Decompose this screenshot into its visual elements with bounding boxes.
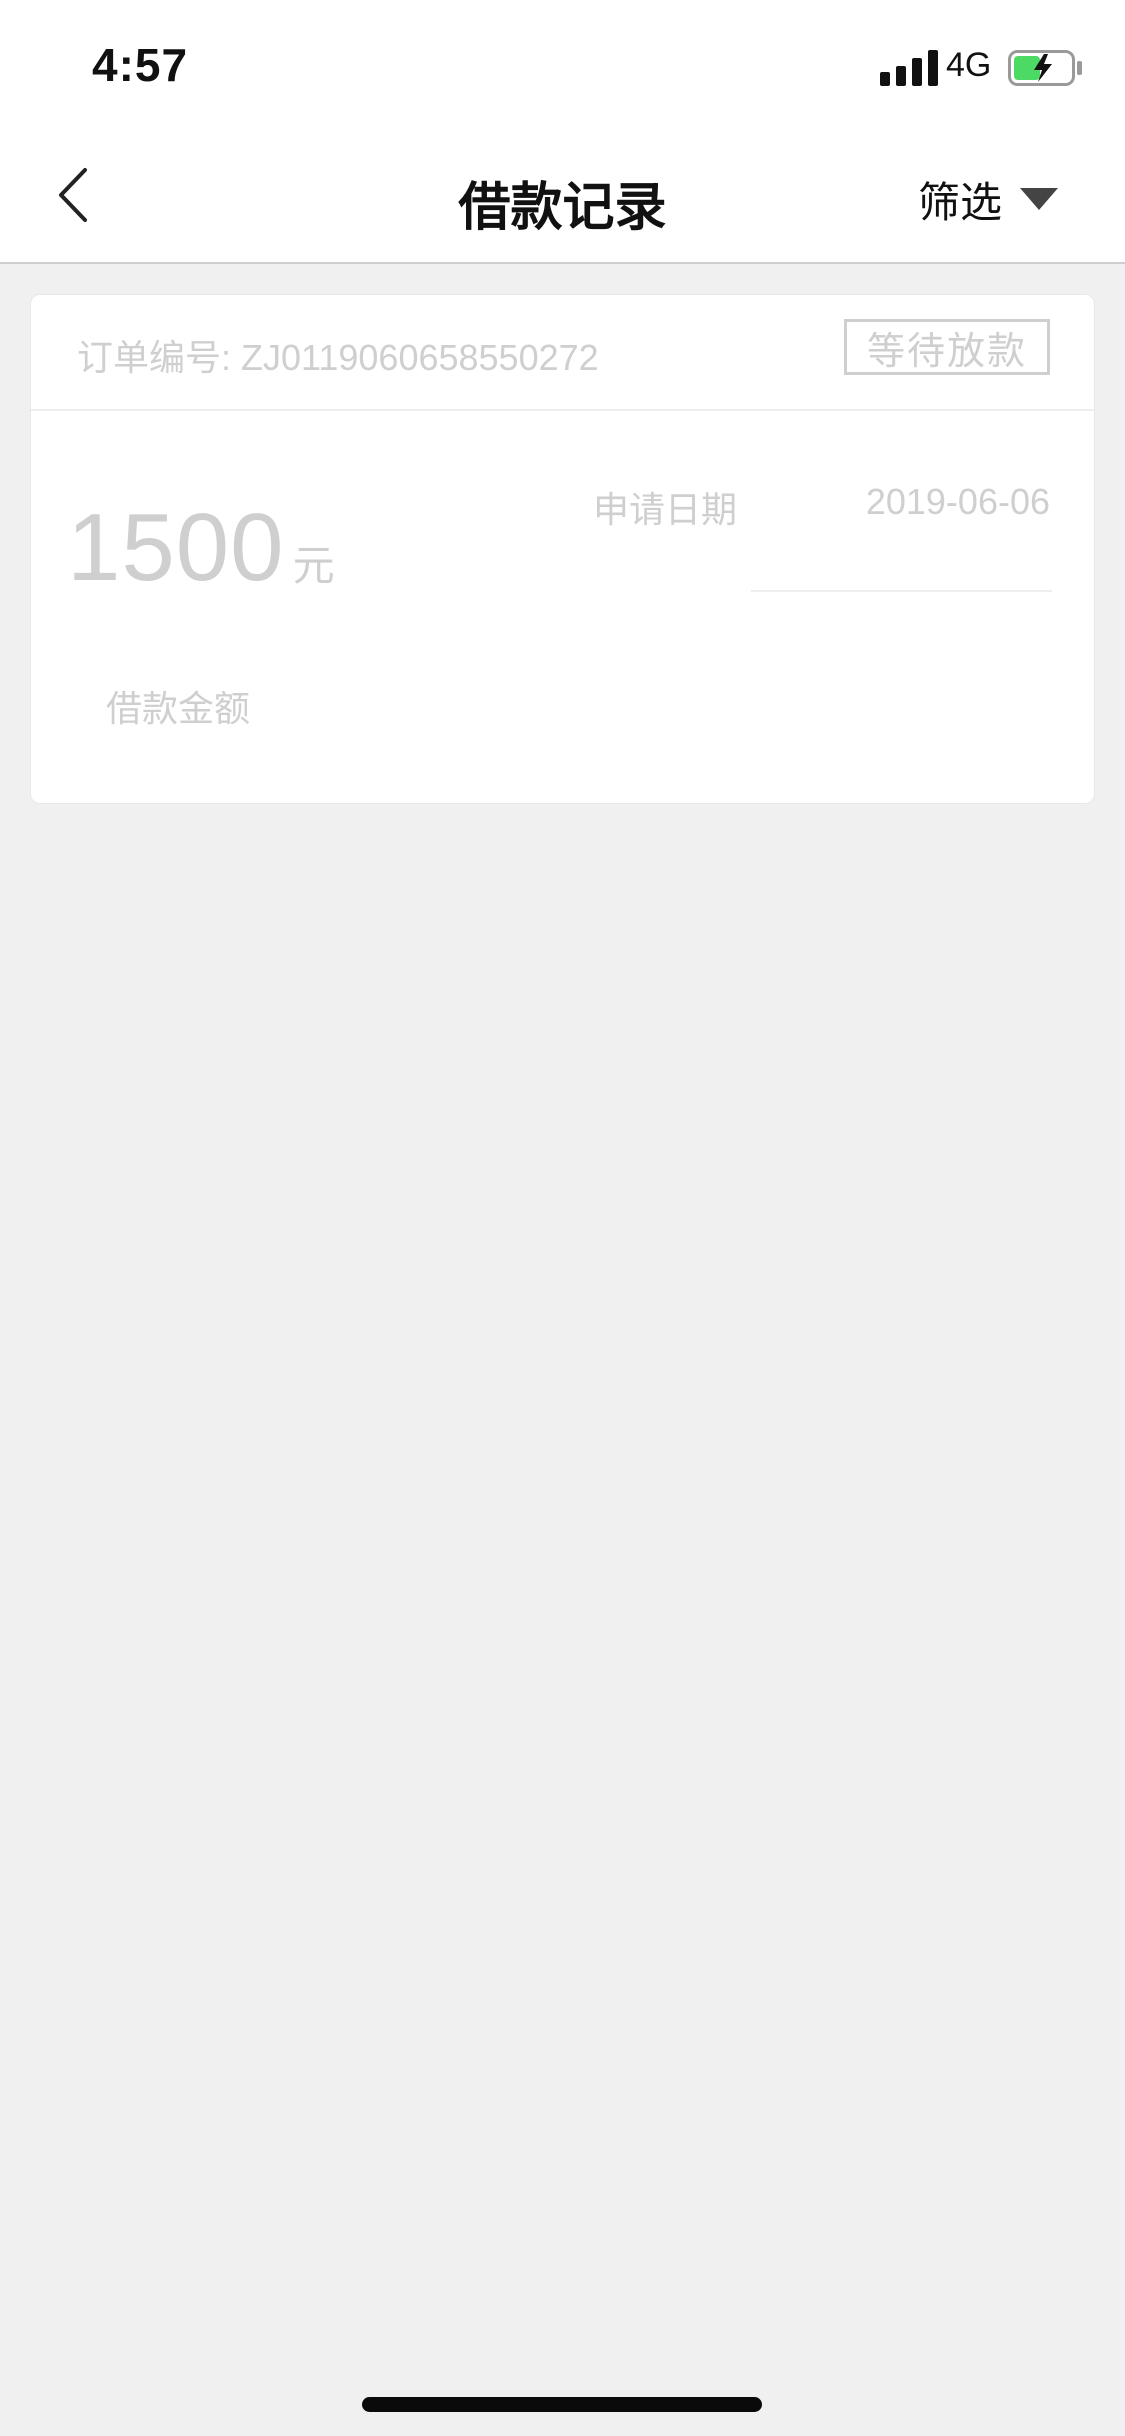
status-badge: 等待放款 [844, 319, 1050, 375]
date-divider [751, 590, 1052, 592]
battery-charging-icon [1008, 50, 1082, 86]
apply-date-value: 2019-06-06 [865, 481, 1050, 522]
home-indicator[interactable] [362, 2397, 762, 2412]
status-time: 4:57 [92, 39, 189, 91]
amount-value: 1500 [67, 494, 285, 601]
status-bar: 4:57 4G [0, 0, 1125, 135]
loan-amount: 1500 元 [67, 493, 335, 603]
order-number: 订单编号: ZJ0119060658550272 [77, 337, 599, 378]
card-header: 订单编号: ZJ0119060658550272 等待放款 [31, 295, 1094, 411]
amount-unit: 元 [292, 542, 335, 589]
signal-bars-icon [880, 50, 938, 86]
filter-label: 筛选 [918, 178, 1003, 226]
network-type: 4G [946, 46, 992, 84]
caret-down-icon [1020, 188, 1059, 210]
loan-record-card[interactable]: 订单编号: ZJ0119060658550272 等待放款 1500 元 借款金… [30, 294, 1095, 804]
apply-date-label: 申请日期 [593, 489, 738, 530]
nav-bar: 借款记录 筛选 [0, 135, 1125, 264]
filter-button[interactable]: 筛选 [918, 169, 1059, 229]
amount-label: 借款金额 [106, 688, 251, 729]
